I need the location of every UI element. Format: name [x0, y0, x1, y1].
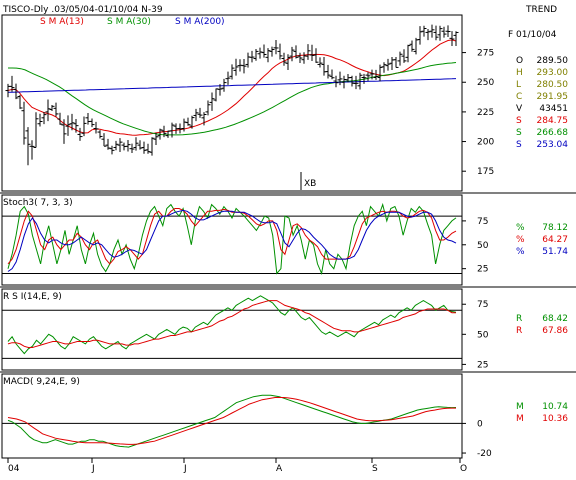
readout-value: 291.95 — [537, 92, 569, 102]
price-tick-label: 175 — [477, 167, 494, 177]
readout-value: 10.74 — [542, 402, 568, 412]
readout-key: V — [516, 104, 523, 114]
readout-value: 253.04 — [537, 140, 569, 150]
stochastic-tick-label: 50 — [477, 241, 489, 251]
price-tick-label: 250 — [477, 78, 494, 88]
x-tick-label: O — [460, 464, 467, 474]
xb-annotation: XB — [304, 179, 316, 189]
technical-chart: TISCO-Dly .03/05/04-01/10/04 N-39 TREND … — [0, 0, 576, 480]
macd-tick-label: -20 — [477, 449, 492, 459]
readout-value: 43451 — [539, 104, 568, 114]
readout-key: O — [516, 56, 523, 66]
stochastic-tick-label: 75 — [477, 217, 488, 227]
readout-value: 266.68 — [537, 128, 569, 138]
sma30-legend: S M A(30) — [107, 17, 151, 27]
readout-value: 51.74 — [542, 247, 568, 257]
trend-label: TREND — [525, 5, 557, 15]
readout-key: C — [516, 92, 522, 102]
readout-key: R — [516, 314, 522, 324]
x-tick-label: 04 — [8, 464, 20, 474]
readout-key: S — [516, 128, 522, 138]
readout-value: 10.36 — [542, 414, 568, 424]
x-tick-label: J — [183, 464, 187, 474]
readout-key: R — [516, 326, 522, 336]
readout-value: 64.27 — [542, 235, 568, 245]
x-tick-label: S — [372, 464, 378, 474]
x-tick-label: A — [276, 464, 283, 474]
macd-tick-label: 0 — [477, 419, 483, 429]
x-tick-label: J — [91, 464, 95, 474]
chart-title: TISCO-Dly .03/05/04-01/10/04 N-39 — [2, 5, 163, 15]
readout-key: % — [516, 223, 525, 233]
readout-value: 68.42 — [542, 314, 568, 324]
stoch-readout: % 78.12% 64.27% 51.74 — [516, 223, 568, 257]
readout-key: M — [516, 402, 524, 412]
readout-key: L — [516, 80, 521, 90]
readout-key: S — [516, 140, 522, 150]
readout-value: 78.12 — [542, 223, 568, 233]
chart-background — [0, 0, 576, 480]
readout-value: 293.00 — [537, 68, 569, 78]
readout-key: % — [516, 247, 525, 257]
rsi-tick-label: 25 — [477, 360, 488, 370]
stoch-title: Stoch3( 7, 3, 3) — [3, 198, 73, 208]
readout-value: 284.75 — [537, 116, 569, 126]
price-date: F 01/10/04 — [508, 30, 557, 40]
stochastic-tick-label: 25 — [477, 265, 488, 275]
price-tick-label: 275 — [477, 49, 494, 59]
sma13-legend: S M A(13) — [40, 17, 84, 27]
readout-key: % — [516, 235, 525, 245]
sma200-legend: S M A(200) — [175, 17, 225, 27]
rsi-title: R S I(14,E, 9) — [3, 292, 62, 302]
rsi-tick-label: 50 — [477, 330, 489, 340]
price-tick-label: 225 — [477, 108, 494, 118]
readout-key: H — [516, 68, 523, 78]
price-tick-label: 200 — [477, 138, 494, 148]
macd-title: MACD( 9,24,E, 9) — [3, 377, 80, 387]
rsi-tick-label: 75 — [477, 300, 488, 310]
readout-value: 289.50 — [537, 56, 569, 66]
readout-key: M — [516, 414, 524, 424]
readout-value: 67.86 — [542, 326, 568, 336]
readout-key: S — [516, 116, 522, 126]
readout-value: 280.50 — [537, 80, 569, 90]
